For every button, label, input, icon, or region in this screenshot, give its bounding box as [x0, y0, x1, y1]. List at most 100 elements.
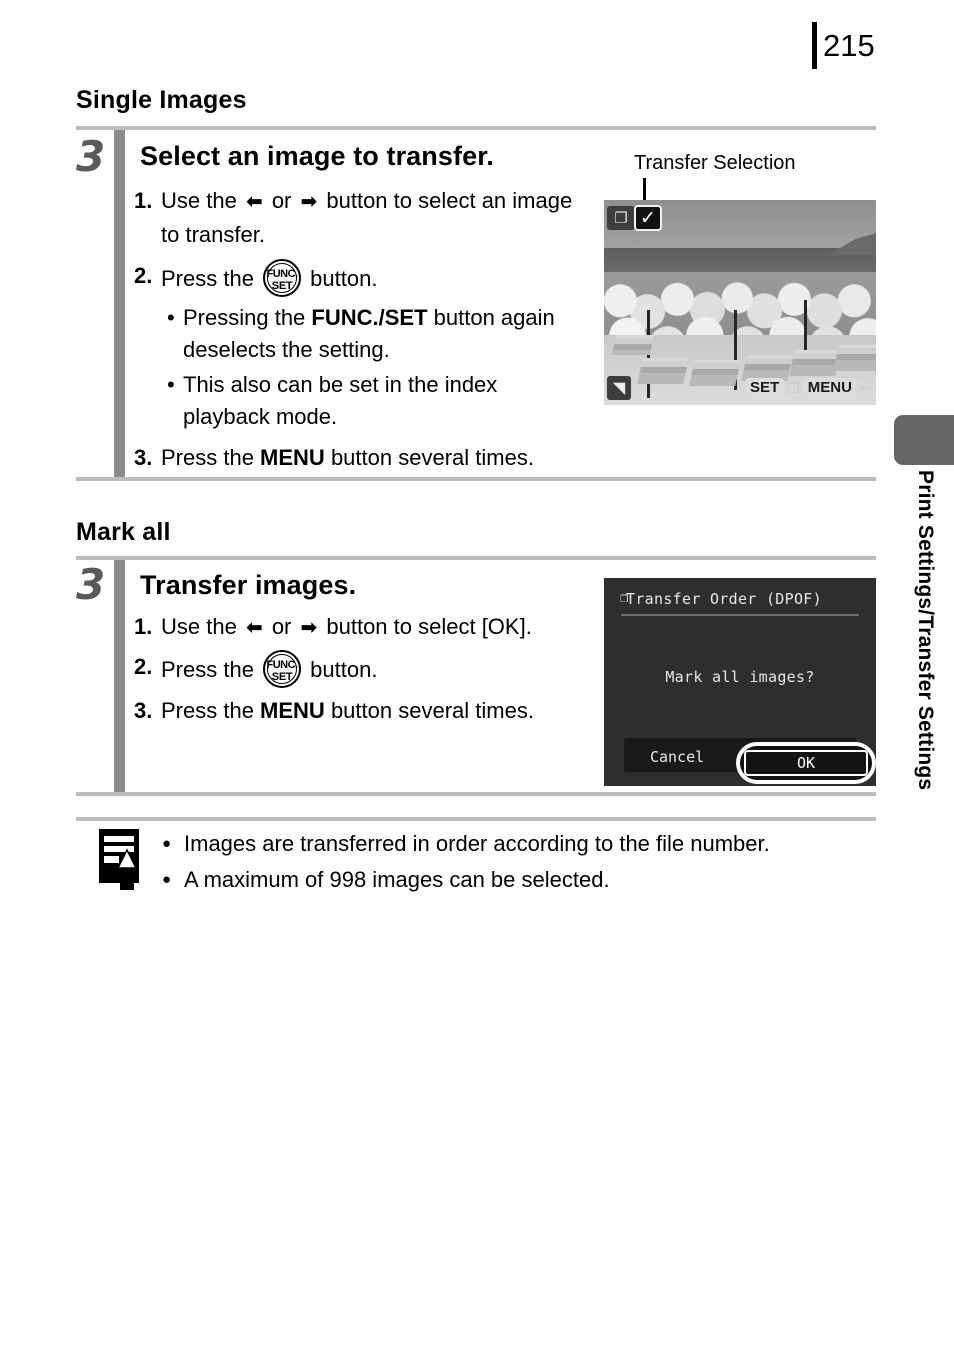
list-item-text: Press the MENU button several times. — [161, 694, 554, 727]
bullet-dot: • — [167, 372, 175, 397]
list-item: 2. Press the FUNC. SET button. — [134, 259, 584, 297]
ok-button[interactable]: OK — [736, 742, 876, 784]
note-pencil-icon — [98, 828, 144, 894]
cancel-button[interactable]: Cancel — [650, 748, 704, 766]
notes-list: ● Images are transferred in order accord… — [162, 826, 882, 898]
photo-lounge-chair — [611, 335, 655, 355]
arrow-left-icon: ⬅ — [245, 189, 263, 213]
arrow-left-icon: ⬅ — [245, 615, 263, 639]
instruction-text-pre: Use the — [161, 614, 243, 639]
photo-lounge-chair — [789, 350, 841, 376]
step-accent-bar-1 — [114, 130, 125, 478]
step-number-1: 3 — [76, 132, 106, 181]
menu-button-label: MENU — [260, 445, 325, 470]
camera-screen-button-bar: SET ❐ MENU ↩ — [745, 378, 872, 398]
menu-button-label: MENU — [260, 698, 325, 723]
list-item-text: Press the FUNC. SET button. — [161, 650, 554, 688]
instruction-text-post: button to select [OK]. — [320, 614, 532, 639]
instruction-text-pre: Use the — [161, 188, 243, 213]
dialog-title-divider — [621, 614, 859, 616]
list-item: 3. Press the MENU button several times. — [134, 441, 604, 474]
func-set-icon-bottom-label: SET — [271, 280, 293, 292]
transfer-order-icon: ❐ — [607, 206, 635, 230]
instruction-text-pre: Press the — [161, 266, 261, 291]
list-item-number: 1. — [134, 188, 153, 213]
chapter-tab-marker — [894, 415, 954, 465]
instruction-text-post: button several times. — [324, 698, 534, 723]
list-item-text: Use the ⬅ or ➡ button to select [OK]. — [161, 610, 554, 644]
list-item: 3. Press the MENU button several times. — [134, 694, 554, 727]
instruction-text-pre: Press the — [161, 698, 261, 723]
instruction-text-pre: Press the — [161, 657, 261, 682]
list-item-number: 3. — [134, 698, 153, 723]
func-set-icon-top-label: FUNC. — [266, 659, 298, 671]
page-header: 215 — [812, 22, 875, 69]
step-number-2: 3 — [76, 560, 106, 609]
instruction-text-post: button. — [304, 266, 378, 291]
list-item: 1. Use the ⬅ or ➡ button to select [OK]. — [134, 610, 554, 644]
step-title-2: Transfer images. — [140, 570, 357, 600]
section-1-top-rule — [76, 126, 876, 130]
list-item: 2. Press the FUNC. SET button. — [134, 650, 554, 688]
dialog-message: Mark all images? — [665, 668, 815, 686]
sub-bullet-text: This also can be set in the index playba… — [183, 372, 498, 429]
func-set-button-icon: FUNC. SET — [263, 259, 302, 297]
arrow-right-icon: ➡ — [300, 615, 318, 639]
note-text: A maximum of 998 images can be selected. — [184, 867, 610, 892]
photo-lounge-chair — [637, 358, 689, 384]
list-item-text: Press the FUNC. SET button. — [161, 259, 584, 297]
instruction-text-post: button. — [304, 657, 378, 682]
list-item-number: 1. — [134, 614, 153, 639]
transfer-icon: ❐ — [787, 380, 800, 396]
return-arrow-icon: ↩ — [859, 380, 872, 396]
callout-label-transfer-selection: Transfer Selection — [634, 152, 796, 174]
func-set-button-icon: FUNC. SET — [263, 650, 302, 688]
notes-top-rule — [76, 817, 876, 821]
step-2-instruction-list: 1. Use the ⬅ or ➡ button to select [OK].… — [134, 610, 554, 732]
list-item-text: Press the MENU button several times. — [161, 441, 604, 474]
list-item: 1. Use the ⬅ or ➡ button to select an im… — [134, 184, 584, 251]
list-item: ● A maximum of 998 images can be selecte… — [162, 862, 882, 898]
section-1-bottom-rule — [76, 477, 876, 481]
list-item-number: 3. — [134, 445, 153, 470]
list-item: ● Images are transferred in order accord… — [162, 826, 882, 862]
image-quality-icon: ◥ — [607, 376, 631, 400]
bullet-dot: ● — [162, 871, 172, 888]
step-1-notes-sublist: • Pressing the FUNC./SET button again de… — [167, 302, 584, 433]
bullet-dot: ● — [162, 835, 172, 852]
list-item: • This also can be set in the index play… — [167, 369, 584, 433]
list-item-number: 2. — [134, 654, 153, 679]
sub-bullet-pre: Pressing the — [183, 305, 312, 330]
page-number-rule — [812, 22, 817, 69]
section-2-bottom-rule — [76, 792, 876, 796]
dialog-title: Transfer Order (DPOF) — [626, 590, 822, 608]
list-item: • Pressing the FUNC./SET button again de… — [167, 302, 584, 366]
func-set-icon-top-label: FUNC. — [266, 268, 298, 280]
func-set-icon-bottom-label: SET — [271, 671, 293, 683]
step-accent-bar-2 — [114, 560, 125, 792]
sub-bullet-text: Pressing the FUNC./SET button again dese… — [183, 302, 584, 366]
menu-key-hint[interactable]: MENU — [802, 378, 857, 398]
arrow-right-icon: ➡ — [300, 189, 318, 213]
set-key-hint[interactable]: SET — [745, 378, 785, 398]
note-text: Images are transferred in order accordin… — [184, 831, 770, 856]
list-item-number: 2. — [134, 263, 153, 288]
step-1-instruction-list: 1. Use the ⬅ or ➡ button to select an im… — [134, 184, 584, 479]
instruction-text-mid: or — [265, 188, 298, 213]
page-number: 215 — [823, 28, 875, 63]
sub-bullet-bold: FUNC./SET — [311, 305, 428, 330]
section-heading-single-images: Single Images — [76, 86, 247, 114]
ok-button-label: OK — [744, 750, 868, 776]
instruction-text-pre: Press the — [161, 445, 261, 470]
chapter-tab-label: Print Settings/Transfer Settings — [914, 470, 937, 791]
bullet-dot: • — [167, 305, 175, 330]
instruction-text-post: button several times. — [324, 445, 534, 470]
instruction-text-mid: or — [265, 614, 298, 639]
transfer-checkmark-icon: ✓ — [634, 205, 662, 231]
step-title-1: Select an image to transfer. — [140, 141, 494, 171]
section-2-top-rule — [76, 556, 876, 560]
list-item-text: Use the ⬅ or ➡ button to select an image… — [161, 184, 584, 251]
section-heading-mark-all: Mark all — [76, 518, 171, 546]
photo-lounge-chair — [689, 360, 741, 386]
photo-lounge-chair — [833, 345, 876, 371]
